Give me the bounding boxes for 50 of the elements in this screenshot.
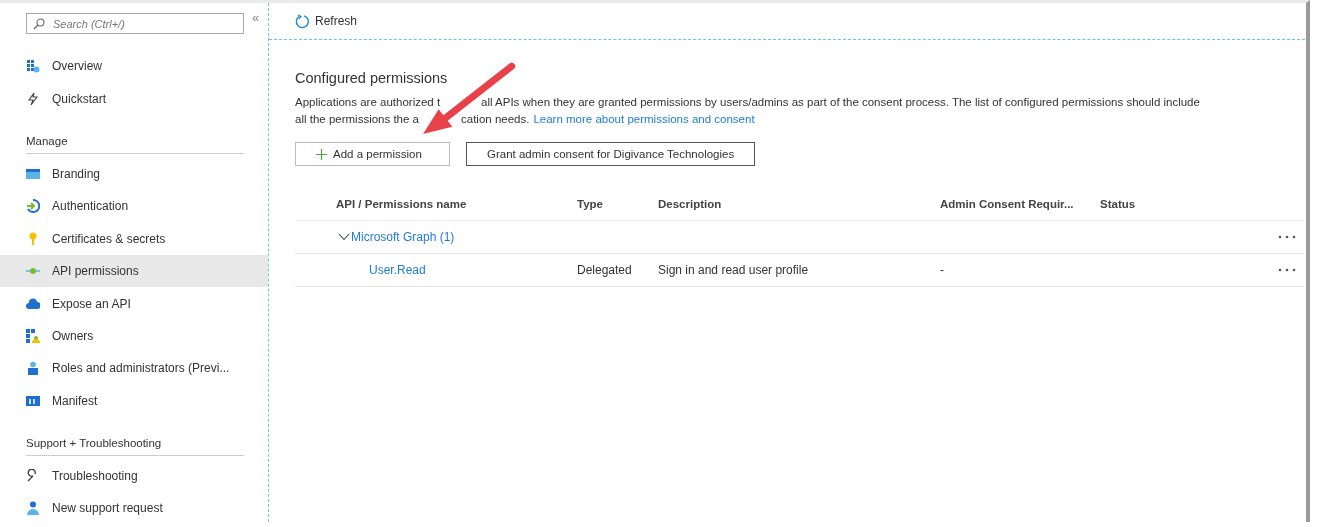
- plus-icon: [316, 148, 327, 160]
- chevron-icon[interactable]: [338, 233, 350, 241]
- nav-item[interactable]: API permissions: [0, 254, 268, 288]
- nav-item[interactable]: Manifest: [0, 384, 268, 417]
- api-group-link[interactable]: Microsoft Graph (1): [351, 230, 455, 244]
- more-icon[interactable]: [1278, 235, 1296, 239]
- nav-item[interactable]: Overview: [0, 50, 268, 83]
- table-icon: [26, 393, 40, 408]
- nav-item[interactable]: Expose an API: [0, 287, 268, 320]
- nav-item[interactable]: Roles and administrators (Previ...: [0, 352, 268, 385]
- description-text: cation needs.: [461, 112, 530, 127]
- collapse-button[interactable]: «: [252, 13, 260, 23]
- column-header: Admin Consent Requir...: [940, 198, 1075, 210]
- nav-item[interactable]: Authentication: [0, 190, 268, 223]
- cloud-icon: [26, 296, 40, 311]
- people-icon: [26, 328, 40, 343]
- description-text: Applications are authorized t: [295, 95, 442, 110]
- table-cell: Delegated: [577, 263, 632, 277]
- permission-link[interactable]: User.Read: [369, 263, 426, 277]
- description-text: all APIs when they are granted permissions by users/admins as part of the consent process. The list of configured permissions should include: [481, 95, 1200, 110]
- lightning-icon: [26, 91, 40, 106]
- description-text: all the permissions the a: [295, 112, 420, 127]
- table-cell: -: [940, 263, 944, 277]
- column-header: Description: [658, 198, 723, 210]
- grid-icon: [26, 59, 40, 74]
- nav-item[interactable]: Branding: [0, 157, 268, 191]
- more-icon[interactable]: [1278, 268, 1296, 272]
- nav-item[interactable]: Quickstart: [0, 82, 268, 115]
- column-header: Status: [1100, 198, 1137, 210]
- person-badge-icon: [26, 361, 40, 376]
- column-header: Type: [577, 198, 604, 210]
- refresh-icon: [295, 13, 310, 29]
- search-icon: [33, 18, 45, 30]
- section-heading: Support + Troubleshooting: [25, 435, 163, 451]
- column-header: API / Permissions name: [335, 198, 468, 210]
- section-title: Configured permissions: [295, 70, 449, 86]
- sign-in-icon: [26, 199, 40, 214]
- add-permission-button[interactable]: Add a permission: [295, 142, 450, 166]
- nav-item[interactable]: New support request: [0, 492, 268, 522]
- nav-item[interactable]: Certificates & secrets: [0, 222, 268, 255]
- nav-item[interactable]: Troubleshooting: [0, 459, 268, 493]
- grant-consent-button[interactable]: Grant admin consent for Digivance Technologies: [466, 142, 756, 166]
- learn-more-link[interactable]: Learn more about permissions and consent: [533, 111, 755, 128]
- section-heading: Manage: [25, 133, 69, 149]
- refresh-button[interactable]: Refresh: [295, 13, 358, 29]
- banner-icon: [26, 166, 40, 181]
- support-person-icon: [26, 501, 40, 516]
- nav-item[interactable]: Owners: [0, 319, 268, 353]
- search-field[interactable]: Search (Ctrl+/): [26, 13, 244, 34]
- table-cell: Sign in and read user profile: [658, 263, 809, 277]
